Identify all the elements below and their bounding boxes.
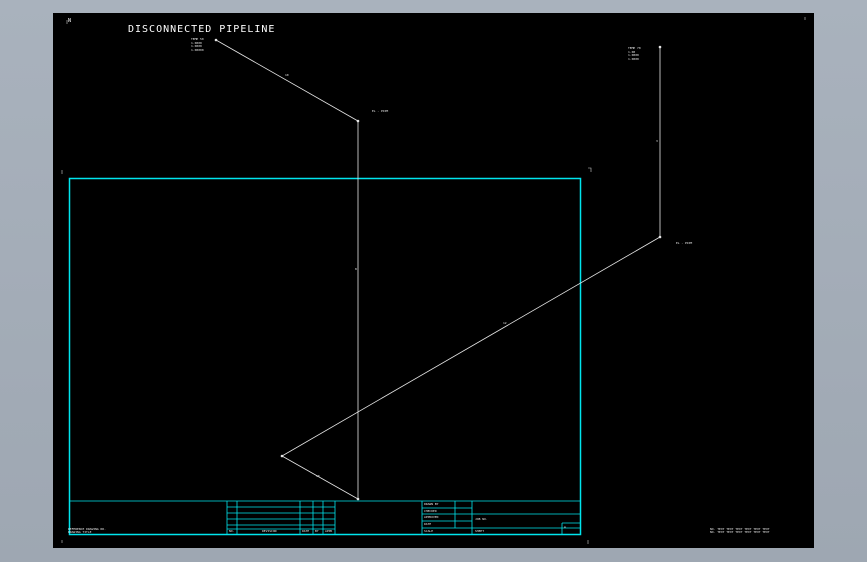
segment-length-label: 10 — [316, 474, 320, 478]
north-mark: N — [68, 18, 72, 24]
end-note: TEMP 70 1.00 1.0000 1.0000 — [628, 46, 641, 61]
date-label: DATE — [424, 522, 432, 526]
elbow-node — [658, 235, 662, 239]
cad-viewport[interactable]: N DISCONNECTED PIPELINE TEMP 50 1.0000 1… — [0, 0, 867, 562]
note-line: 1.00000 — [191, 47, 204, 52]
footer-left-notes: REFERENCE DRAWING NO. DRAWING TITLE — [68, 528, 106, 534]
elbow-node — [356, 497, 360, 501]
pipe-end-node — [658, 45, 662, 49]
rev-desc-header: REVISION — [262, 529, 277, 533]
elbow-tag: EL - PIPE — [372, 109, 389, 113]
pipe-start-node — [214, 38, 218, 42]
segment-length-label: 12 — [503, 321, 507, 325]
segment-length-label: 3 — [656, 139, 658, 143]
elbow-tag: EL - PIPE — [676, 241, 693, 245]
drawn-by-label: DRAWN BY — [424, 502, 439, 506]
segment-length-label: 10 — [285, 73, 289, 77]
rev-no-header: NO. — [229, 529, 235, 533]
footer-note: NO. TEXT TEXT TEXT TEXT TEXT TEXT — [710, 530, 770, 534]
footer-right-notes: NO. TEXT TEXT TEXT TEXT TEXT TEXT NO. TE… — [710, 528, 770, 534]
rev-date-header: DATE — [302, 529, 310, 533]
sheet-label: SHEET — [475, 529, 485, 533]
footer-note: DRAWING TITLE — [68, 530, 92, 534]
elbow-node — [280, 454, 284, 458]
start-note: TEMP 50 1.0000 1.0000 1.00000 — [191, 37, 204, 52]
approved-label: APPROVED — [424, 515, 439, 519]
rev-by-header: BY — [315, 529, 319, 533]
job-no-label: JOB NO. — [475, 517, 488, 521]
drawing-title: DISCONNECTED PIPELINE — [128, 24, 276, 35]
scale-label: SCALE — [424, 529, 434, 533]
rev-appr-header: APPR — [325, 529, 333, 533]
elbow-node — [356, 119, 360, 123]
note-line: 1.0000 — [628, 56, 639, 61]
checked-label: CHECKED — [424, 509, 437, 513]
model-space-background — [53, 13, 814, 548]
segment-length-label: 8 — [355, 267, 357, 271]
size-label: A — [564, 525, 566, 529]
drawing-canvas[interactable] — [0, 0, 867, 562]
